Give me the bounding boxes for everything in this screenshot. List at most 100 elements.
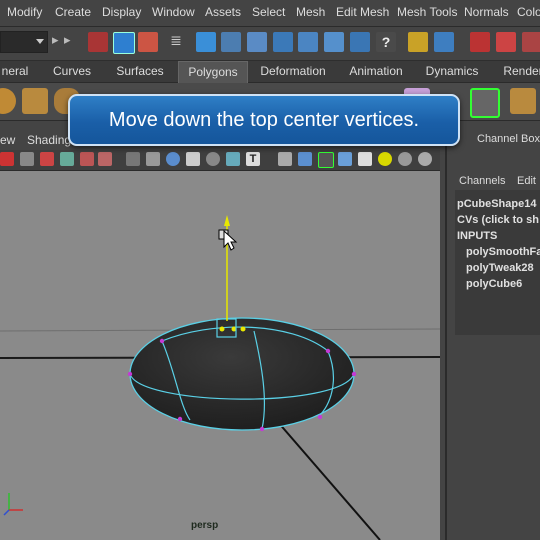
menu-window[interactable]: Window — [152, 5, 195, 19]
vertex[interactable] — [317, 414, 323, 420]
selected-vertex[interactable] — [240, 326, 246, 332]
panel-menu-shading[interactable]: Shading — [27, 133, 71, 147]
snap-to-view-plane-icon[interactable] — [273, 32, 293, 52]
camera-label: persp — [191, 520, 219, 531]
input-node-poly-tweak[interactable]: polyTweak28 — [466, 262, 534, 274]
menu-color[interactable]: Colo — [517, 5, 540, 19]
ambient-occlusion-icon[interactable] — [398, 152, 412, 166]
shelf-tab-bar: neral Curves Surfaces Polygons Deformati… — [0, 61, 540, 83]
menu-assets[interactable]: Assets — [205, 5, 241, 19]
menu-select[interactable]: Select — [252, 5, 285, 19]
snap-together-icon[interactable] — [324, 32, 344, 52]
channel-box-title[interactable]: Channel Box / — [477, 133, 540, 145]
tab-dynamics[interactable]: Dynamics — [422, 61, 482, 82]
collapse-arrow-icon[interactable]: ▸ — [64, 32, 72, 52]
isolate-icon[interactable] — [434, 32, 454, 52]
magnet-icon[interactable] — [470, 32, 490, 52]
motion-blur-icon[interactable] — [418, 152, 432, 166]
vertex[interactable] — [177, 416, 183, 422]
tab-animation[interactable]: Animation — [346, 61, 406, 82]
tab-render[interactable]: Render — [498, 61, 540, 82]
make-live-icon[interactable] — [298, 32, 318, 52]
channel-box-list: pCubeShape14 CVs (click to sh INPUTS pol… — [455, 190, 540, 335]
vertex[interactable] — [159, 338, 165, 344]
snap-to-curve-icon[interactable] — [221, 32, 241, 52]
panel-toolbar: T — [0, 150, 440, 171]
snap-to-grid-icon[interactable] — [196, 32, 216, 52]
collapse-arrow-icon[interactable]: ▸ — [52, 32, 60, 52]
chevron-down-icon — [36, 39, 44, 44]
shadows-icon[interactable] — [226, 152, 240, 166]
checker-icon[interactable] — [358, 152, 372, 166]
menu-edit-mesh[interactable]: Edit Mesh — [336, 5, 389, 19]
mouse-cursor-icon — [223, 229, 238, 251]
smooth-shade-icon[interactable] — [146, 152, 160, 166]
poly-cube-icon[interactable] — [22, 88, 48, 114]
selected-vertex[interactable] — [219, 326, 225, 332]
select-camera-icon[interactable] — [0, 152, 14, 166]
film-gate-icon[interactable] — [98, 152, 112, 166]
tab-polygons[interactable]: Polygons — [178, 61, 248, 83]
isolate-select-icon[interactable] — [298, 152, 312, 166]
tab-deformation[interactable]: Deformation — [256, 61, 330, 82]
input-node-poly-cube[interactable]: polyCube6 — [466, 278, 522, 290]
selected-shelf-tool-icon[interactable] — [470, 88, 500, 118]
menu-create[interactable]: Create — [55, 5, 91, 19]
select-by-component-type-icon[interactable] — [138, 32, 158, 52]
resolution-gate-icon[interactable] — [338, 152, 352, 166]
menu-modify[interactable]: Modify — [7, 5, 42, 19]
viewport-canvas[interactable] — [0, 171, 440, 540]
image-plane-icon[interactable] — [60, 152, 74, 166]
shape-node-name[interactable]: pCubeShape14 — [457, 198, 536, 210]
camera-attributes-icon[interactable] — [20, 152, 34, 166]
instruction-banner: Move down the top center vertices. — [68, 94, 460, 146]
magnet-icon[interactable] — [522, 32, 540, 52]
persp-viewport[interactable]: persp — [0, 171, 440, 540]
lock-icon[interactable] — [408, 32, 428, 52]
axis-gizmo-z — [3, 509, 10, 516]
instruction-text: Move down the top center vertices. — [108, 109, 420, 131]
vertex[interactable] — [127, 371, 133, 377]
shade-default-icon[interactable] — [166, 152, 180, 166]
select-by-hierarchy-icon[interactable] — [88, 32, 108, 52]
xray-icon[interactable] — [278, 152, 292, 166]
smoothed-cube-mesh[interactable] — [129, 317, 355, 431]
input-node-poly-smooth[interactable]: polySmoothFa — [466, 246, 540, 258]
status-line: ▸ ▸ ≣ ? — [0, 27, 540, 61]
vertex[interactable] — [325, 348, 331, 354]
move-manipulator-y-arrow[interactable] — [224, 215, 230, 226]
filter-icon[interactable]: ≣ — [170, 32, 182, 52]
text-icon[interactable]: T — [246, 152, 260, 166]
wireframe-icon[interactable] — [126, 152, 140, 166]
history-icon[interactable] — [350, 32, 370, 52]
menu-set-selector[interactable] — [0, 31, 48, 53]
menu-normals[interactable]: Normals — [464, 5, 509, 19]
inputs-heading: INPUTS — [457, 230, 498, 242]
channel-box-panel: Channel Box / Channels Edit pCubeShape14… — [445, 130, 540, 540]
menu-display[interactable]: Display — [102, 5, 141, 19]
cvs-entry[interactable]: CVs (click to sh — [457, 214, 539, 226]
vertex[interactable] — [351, 371, 357, 377]
grid-icon[interactable] — [80, 152, 94, 166]
select-by-object-type-icon[interactable] — [113, 32, 135, 54]
channel-box-menu-edit[interactable]: Edit — [517, 175, 536, 187]
tab-curves[interactable]: Curves — [48, 61, 96, 82]
lights-icon[interactable] — [206, 152, 220, 166]
menu-mesh[interactable]: Mesh — [296, 5, 325, 19]
channel-box-menu-channels[interactable]: Channels — [459, 175, 505, 187]
main-menu-bar: Modify Create Display Window Assets Sele… — [0, 0, 540, 27]
question-icon[interactable]: ? — [376, 32, 396, 52]
poly-cube-icon[interactable] — [510, 88, 536, 114]
tab-general[interactable]: neral — [0, 61, 30, 82]
light-bulb-icon[interactable] — [378, 152, 392, 166]
menu-mesh-tools[interactable]: Mesh Tools — [397, 5, 457, 19]
panel-menu-view[interactable]: ew — [0, 133, 15, 147]
vertex[interactable] — [259, 426, 265, 432]
highlight-icon[interactable] — [318, 152, 334, 168]
poly-sphere-icon[interactable] — [0, 88, 16, 114]
tab-surfaces[interactable]: Surfaces — [112, 61, 168, 82]
bookmark-icon[interactable] — [40, 152, 54, 166]
textured-icon[interactable] — [186, 152, 200, 166]
magnet-icon[interactable] — [496, 32, 516, 52]
snap-to-point-icon[interactable] — [247, 32, 267, 52]
